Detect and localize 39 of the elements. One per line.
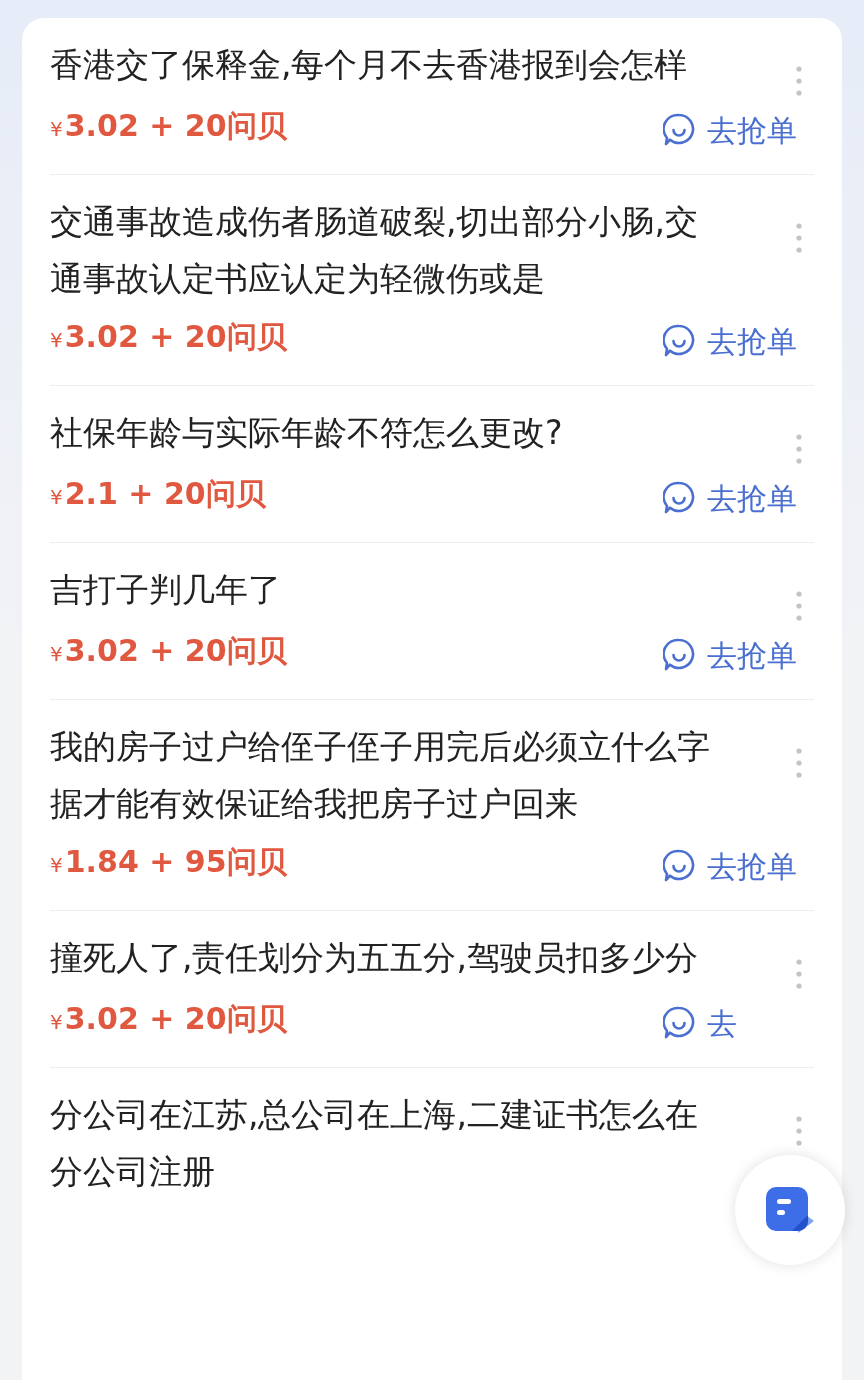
grab-order-button[interactable]: 去抢单: [663, 843, 806, 889]
currency-symbol: ¥: [50, 640, 63, 668]
more-icon[interactable]: [796, 434, 802, 464]
smile-bubble-icon: [663, 481, 695, 515]
question-title[interactable]: 撞死人了,责任划分为五五分,驾驶员扣多少分: [50, 929, 715, 986]
grab-order-button[interactable]: 去抢单: [663, 318, 806, 364]
question-title[interactable]: 交通事故造成伤者肠道破裂,切出部分小肠,交通事故认定书应认定为轻微伤或是: [50, 193, 715, 307]
smile-bubble-icon: [663, 113, 695, 147]
smile-bubble-icon: [663, 849, 695, 883]
grab-order-button[interactable]: 去抢单: [663, 632, 806, 678]
more-icon[interactable]: [796, 1116, 802, 1146]
grab-order-button[interactable]: 去: [663, 1000, 806, 1046]
currency-symbol: ¥: [50, 326, 63, 354]
more-icon[interactable]: [796, 223, 802, 253]
more-icon[interactable]: [796, 591, 802, 621]
more-icon[interactable]: [796, 959, 802, 989]
reward-amount: 3.02 + 20问贝: [64, 317, 287, 356]
question-title[interactable]: 分公司在江苏,总公司在上海,二建证书怎么在分公司注册: [50, 1086, 715, 1200]
question-title[interactable]: 社保年龄与实际年龄不符怎么更改?: [50, 404, 715, 461]
grab-order-button[interactable]: 去抢单: [663, 475, 806, 521]
question-title[interactable]: 我的房子过户给侄子侄子用完后必须立什么字据才能有效保证给我把房子过户回来: [50, 718, 715, 832]
currency-symbol: ¥: [50, 483, 63, 511]
currency-symbol: ¥: [50, 1008, 63, 1036]
smile-bubble-icon: [663, 324, 695, 358]
smile-bubble-icon: [663, 1006, 695, 1040]
note-icon: [764, 1185, 816, 1235]
reward-amount: 3.02 + 20问贝: [64, 631, 287, 670]
reward-amount: 3.02 + 20问贝: [64, 106, 287, 145]
question-title[interactable]: 香港交了保释金,每个月不去香港报到会怎样: [50, 36, 715, 93]
currency-symbol: ¥: [50, 851, 63, 879]
more-icon[interactable]: [796, 748, 802, 778]
reward-amount: 3.02 + 20问贝: [64, 999, 287, 1038]
smile-bubble-icon: [663, 638, 695, 672]
grab-order-button[interactable]: 去抢单: [663, 107, 806, 153]
currency-symbol: ¥: [50, 115, 63, 143]
more-icon[interactable]: [796, 66, 802, 96]
reward-amount: 1.84 + 95问贝: [64, 842, 287, 881]
reward-amount: 2.1 + 20问贝: [64, 474, 266, 513]
question-title[interactable]: 吉打子判几年了: [50, 561, 715, 618]
